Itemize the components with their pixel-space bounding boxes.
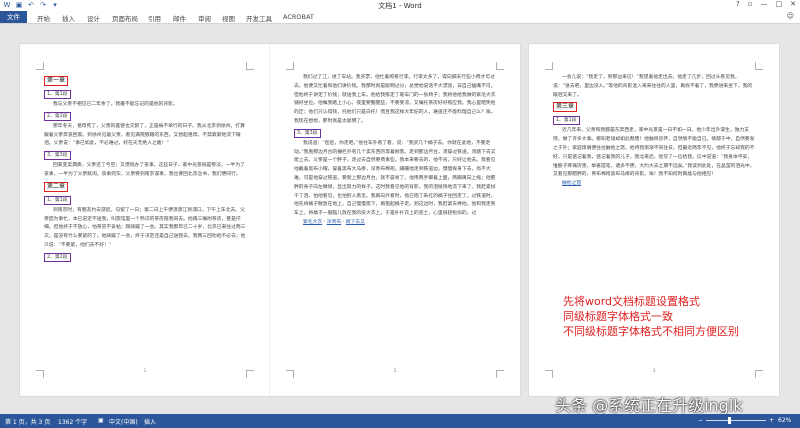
account-icon[interactable]: ☺ xyxy=(787,12,794,20)
window-title: 文档1 - Word xyxy=(378,2,422,10)
hyperlink[interactable]: 跳下去又 xyxy=(346,220,365,225)
proofing-icon[interactable]: ▣ xyxy=(98,417,104,424)
minimize-button[interactable]: — xyxy=(761,0,768,8)
heading-1[interactable]: 第一章 xyxy=(44,76,69,86)
page-2[interactable]: 我们过了江，进了车站。我买票，他忙着照看行李。行李太多了，得向脚夫行些小费才可过… xyxy=(270,44,520,396)
annotation-text: 先将word文档标题设置格式 同级标题字体格式一致 不同级标题字体格式不相同方便… xyxy=(563,294,739,339)
heading-2[interactable]: 1、第1段 xyxy=(44,195,71,205)
heading-2[interactable]: 1、第1段 xyxy=(44,90,71,99)
hyperlink[interactable]: 紫毛大衣 xyxy=(303,220,322,225)
heading-2[interactable]: 2、第2段 xyxy=(44,111,71,121)
close-button[interactable]: ✕ xyxy=(790,0,796,8)
heading-2[interactable]: 1、第1段 xyxy=(553,116,580,126)
hyperlink[interactable]: 深青布 xyxy=(327,220,341,225)
page-number: 3 xyxy=(652,369,656,374)
ribbon-display-button[interactable]: ▫ xyxy=(748,0,753,8)
window-controls: ? ▫ — □ ✕ xyxy=(736,0,796,8)
annotation-line: 同级标题字体格式一致 xyxy=(563,310,673,323)
page-1[interactable]: 第一章 1、第1段 我与父亲不相见已二年余了，我最不能忘记的是他的背影。 2、第… xyxy=(20,44,270,396)
annotation-line: 先将word文档标题设置格式 xyxy=(563,295,701,308)
page-body[interactable]: 一会儿说：“我走了，到那边来信！”我望着他走出去。他走了几步，回过头看见我，说：… xyxy=(553,74,755,189)
margin-mark xyxy=(545,62,553,70)
heading-2[interactable]: 3、第3段 xyxy=(44,151,71,161)
heading-2[interactable]: 2、第2段 xyxy=(44,252,71,262)
page-count[interactable]: 第 1 页，共 3 页 xyxy=(5,417,50,426)
help-button[interactable]: ? xyxy=(736,0,740,8)
tab-design[interactable]: 设计 xyxy=(87,13,100,23)
annotation-line: 不同级标题字体格式不相同方便区别 xyxy=(563,325,739,338)
zoom-level[interactable]: 62% xyxy=(778,417,791,424)
title-bar: W ▣ ↶ ↷ ▾ 文档1 - Word ? ▫ — □ ✕ xyxy=(0,0,800,11)
zoom-slider[interactable] xyxy=(706,420,766,421)
document-canvas[interactable]: 第一章 1、第1段 我与父亲不相见已二年余了，我最不能忘记的是他的背影。 2、第… xyxy=(0,24,800,414)
margin-mark xyxy=(36,62,44,70)
language[interactable]: 中文(中国) xyxy=(109,417,138,426)
paragraph[interactable]: 那年冬天，祖母死了，父亲的差使也交卸了，正是祸不单行的日子。我从北京到徐州，打算… xyxy=(44,123,246,149)
page-number: 2 xyxy=(393,369,397,374)
tab-developer[interactable]: 开发工具 xyxy=(246,13,272,23)
paragraph[interactable]: 我们过了江，进了车站。我买票，他忙着照看行李。行李太多了，得向脚夫行些小费才可过… xyxy=(294,74,496,127)
tab-insert[interactable]: 插入 xyxy=(62,13,75,23)
paragraph[interactable]: 我与父亲不相见已二年余了，我最不能忘记的是他的背影。 xyxy=(44,101,246,110)
margin-mark xyxy=(755,62,763,70)
paragraph[interactable]: 我说道：“爸爸，你走吧。”他往车外看了看，说：“我买几个橘子去。你就在此地，不要… xyxy=(294,140,496,219)
paragraph[interactable]: 回家变卖典质，父亲还了亏空；又借钱办了丧事。这些日子，家中光景很是惨淡，一半为了… xyxy=(44,162,246,180)
tab-references[interactable]: 引用 xyxy=(148,13,161,23)
margin-mark xyxy=(496,62,504,70)
heading-1[interactable]: 第二章 xyxy=(44,181,69,192)
hyperlink[interactable]: 触他之怒 xyxy=(562,181,581,186)
maximize-button[interactable]: □ xyxy=(776,0,783,8)
tab-review[interactable]: 审阅 xyxy=(198,13,211,23)
heading-1[interactable]: 第三章 xyxy=(553,102,578,113)
paragraph[interactable]: 近几年来，父亲和我都是东奔西走，家中光景是一日不如一日。他少年出外谋生，独力支持… xyxy=(553,127,755,180)
margin-mark xyxy=(286,62,294,70)
status-bar: 第 1 页，共 3 页 1362 个字 ▣ 中文(中国) 插入 − + 62% xyxy=(0,414,800,428)
tab-view[interactable]: 视图 xyxy=(222,13,235,23)
tab-page-layout[interactable]: 页面布局 xyxy=(112,13,138,23)
zoom-out-button[interactable]: − xyxy=(698,417,703,424)
watermark: 头条 @系统正在升级inglk xyxy=(555,396,743,415)
ribbon-tabs: 文件 开始 插入 设计 页面布局 引用 邮件 审阅 视图 开发工具 ACROBA… xyxy=(0,11,800,24)
paragraph[interactable]: 一会儿说：“我走了，到那边来信！”我望着他走出去。他走了几步，回过头看见我，说：… xyxy=(553,74,755,100)
insert-mode[interactable]: 插入 xyxy=(144,417,156,426)
margin-mark xyxy=(246,62,254,70)
page-body[interactable]: 我们过了江，进了车站。我买票，他忙着照看行李。行李太多了，得向脚夫行些小费才可过… xyxy=(294,74,496,228)
page-body[interactable]: 第一章 1、第1段 我与父亲不相见已二年余了，我最不能忘记的是他的背影。 2、第… xyxy=(44,74,246,264)
zoom-slider-thumb[interactable] xyxy=(728,417,731,424)
paragraph[interactable]: 到南京时，有朋友约去游逛，勾留了一日；第二日上午便须渡江到浦口，下午上车北去。父… xyxy=(44,207,246,251)
tab-home[interactable]: 开始 xyxy=(37,13,50,23)
word-count[interactable]: 1362 个字 xyxy=(58,417,87,426)
tab-mailings[interactable]: 邮件 xyxy=(173,13,186,23)
page-number: 1 xyxy=(143,369,147,374)
tab-file[interactable]: 文件 xyxy=(0,11,27,23)
zoom-in-button[interactable]: + xyxy=(769,417,774,424)
tab-acrobat[interactable]: ACROBAT xyxy=(283,13,314,21)
heading-2[interactable]: 3、第3段 xyxy=(294,128,321,138)
page-3[interactable]: 一会儿说：“我走了，到那边来信！”我望着他走出去。他走了几步，回过头看见我，说：… xyxy=(529,44,779,396)
